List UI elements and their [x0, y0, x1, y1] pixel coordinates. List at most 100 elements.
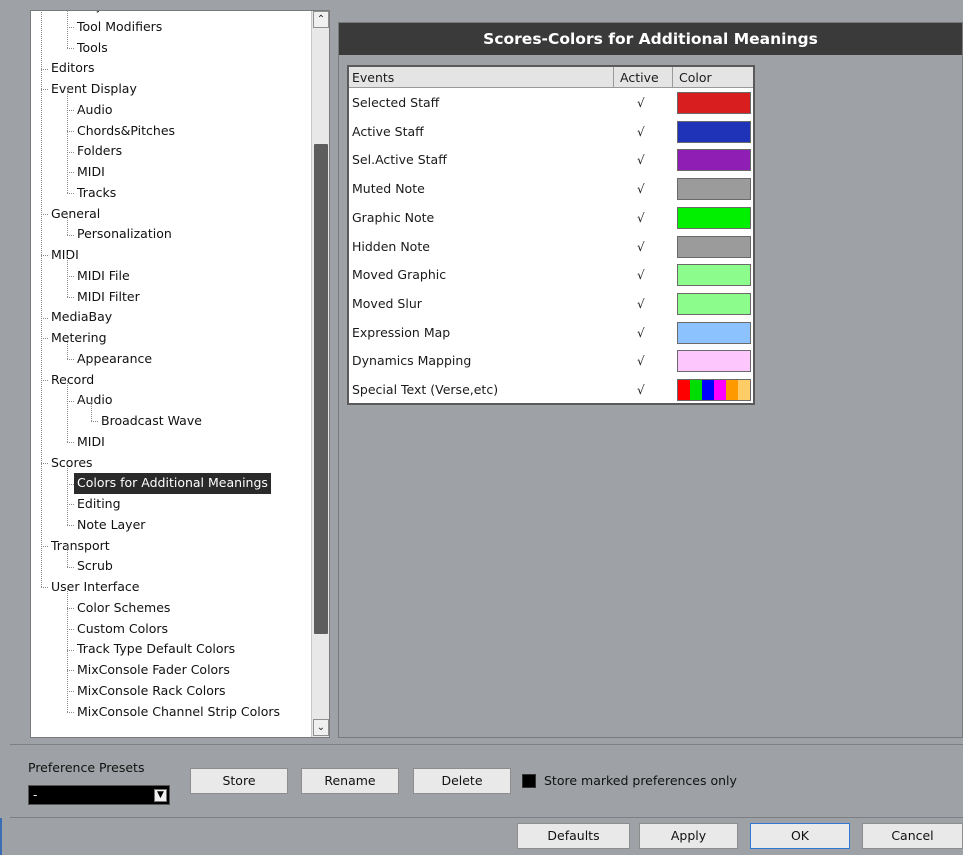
delete-button[interactable]: Delete	[413, 768, 511, 794]
tree-item[interactable]: Audio	[31, 390, 311, 411]
defaults-button[interactable]: Defaults	[517, 823, 630, 849]
table-row[interactable]: Special Text (Verse,etc) √	[349, 376, 753, 405]
preferences-tree: Project & MixConsoleTool ModifiersToolsE…	[31, 11, 311, 722]
tree-item[interactable]: Metering	[31, 328, 311, 349]
table-row[interactable]: Graphic Note √	[349, 204, 753, 233]
color-swatch[interactable]	[677, 178, 751, 201]
table-row[interactable]: Dynamics Mapping √	[349, 347, 753, 376]
tree-item[interactable]: Scores	[31, 453, 311, 474]
color-swatch[interactable]	[677, 350, 751, 373]
tree-item[interactable]: Appearance	[31, 349, 311, 370]
tree-item[interactable]: Tools	[31, 38, 311, 59]
tree-connector	[67, 110, 74, 112]
tree-item[interactable]: Broadcast Wave	[31, 411, 311, 432]
color-swatch[interactable]	[677, 321, 751, 344]
active-checkbox[interactable]: √	[637, 146, 645, 175]
color-swatch[interactable]	[677, 264, 751, 287]
active-checkbox[interactable]: √	[637, 204, 645, 233]
apply-button[interactable]: Apply	[639, 823, 738, 849]
tree-connector	[67, 234, 74, 236]
tree-item[interactable]: Audio	[31, 100, 311, 121]
tree-item[interactable]: Custom Colors	[31, 619, 311, 640]
active-checkbox[interactable]: √	[637, 233, 645, 262]
cancel-button[interactable]: Cancel	[862, 823, 963, 849]
column-header-color[interactable]: Color	[673, 67, 753, 88]
table-row[interactable]: Moved Slur √	[349, 290, 753, 319]
tree-item[interactable]: MIDI	[31, 432, 311, 453]
tree-connector	[67, 276, 74, 278]
tree-connector	[41, 338, 48, 340]
tree-item[interactable]: MixConsole Rack Colors	[31, 681, 311, 702]
tree-item[interactable]: Colors for Additional Meanings	[31, 473, 311, 494]
tree-connector	[67, 400, 74, 402]
color-swatch[interactable]	[677, 235, 751, 258]
table-row[interactable]: Active Staff √	[349, 118, 753, 147]
color-swatch[interactable]	[677, 206, 751, 229]
color-swatch[interactable]	[677, 92, 751, 114]
tree-item[interactable]: Record	[31, 370, 311, 391]
color-swatch[interactable]	[677, 149, 751, 172]
store-marked-checkbox[interactable]	[522, 774, 536, 788]
store-button[interactable]: Store	[190, 768, 288, 794]
preference-presets-select[interactable]: - ▼	[28, 785, 170, 805]
tree-item-label: MIDI	[77, 164, 105, 179]
tree-item[interactable]: Color Schemes	[31, 598, 311, 619]
tree-item[interactable]: Track Type Default Colors	[31, 639, 311, 660]
event-name: Selected Staff	[352, 95, 440, 110]
tree-item[interactable]: MixConsole Fader Colors	[31, 660, 311, 681]
tree-item[interactable]: Tracks	[31, 183, 311, 204]
tree-item-label: Editors	[51, 60, 95, 76]
table-row[interactable]: Sel.Active Staff √	[349, 146, 753, 175]
ok-button[interactable]: OK	[750, 823, 850, 849]
color-swatch[interactable]	[677, 120, 751, 143]
table-row[interactable]: Hidden Note √	[349, 233, 753, 262]
tree-item[interactable]: Event Display	[31, 79, 311, 100]
color-swatch[interactable]	[677, 379, 751, 401]
active-checkbox[interactable]: √	[637, 89, 645, 118]
tree-item[interactable]: MIDI File	[31, 266, 311, 287]
table-row[interactable]: Moved Graphic √	[349, 261, 753, 290]
tree-item[interactable]: General	[31, 204, 311, 225]
tree-item-label: MixConsole Rack Colors	[77, 682, 226, 698]
table-row[interactable]: Selected Staff √	[349, 89, 753, 118]
tree-item[interactable]: MixConsole Channel Strip Colors	[31, 702, 311, 723]
tree-connector	[41, 68, 48, 70]
table-row[interactable]: Muted Note √	[349, 175, 753, 204]
active-checkbox[interactable]: √	[637, 175, 645, 204]
column-header-events[interactable]: Events	[349, 67, 613, 88]
tree-item[interactable]: MIDI	[31, 162, 311, 183]
tree-item[interactable]: MIDI Filter	[31, 287, 311, 308]
event-name: Special Text (Verse,etc)	[352, 382, 499, 397]
rename-button[interactable]: Rename	[301, 768, 399, 794]
chevron-down-icon[interactable]: ▼	[154, 789, 167, 802]
tree-item[interactable]: MediaBay	[31, 307, 311, 328]
active-checkbox[interactable]: √	[637, 376, 645, 405]
tree-item[interactable]: Note Layer	[31, 515, 311, 536]
active-checkbox[interactable]: √	[637, 319, 645, 348]
tree-item[interactable]: Transport	[31, 536, 311, 557]
tree-item-label: MixConsole Channel Strip Colors	[77, 703, 281, 719]
scroll-down-button[interactable]: ⌄	[313, 719, 329, 736]
tree-item[interactable]: Tool Modifiers	[31, 17, 311, 38]
column-header-active[interactable]: Active	[614, 67, 672, 88]
active-checkbox[interactable]: √	[637, 347, 645, 376]
scroll-up-button[interactable]: ⌃	[313, 11, 329, 28]
tree-connector	[67, 566, 74, 568]
active-checkbox[interactable]: √	[637, 118, 645, 147]
active-checkbox[interactable]: √	[637, 290, 645, 319]
color-swatch[interactable]	[677, 292, 751, 315]
tree-item[interactable]: Scrub	[31, 556, 311, 577]
tree-item[interactable]: Editors	[31, 58, 311, 79]
scroll-thumb[interactable]	[314, 144, 328, 634]
tree-item[interactable]: Folders	[31, 141, 311, 162]
separator	[10, 817, 963, 818]
table-row[interactable]: Expression Map √	[349, 319, 753, 348]
tree-item[interactable]: MIDI	[31, 245, 311, 266]
tree-item[interactable]: Personalization	[31, 224, 311, 245]
tree-item[interactable]: User Interface	[31, 577, 311, 598]
tree-item-label: MIDI	[77, 433, 105, 449]
tree-scrollbar[interactable]: ⌃ ⌄	[311, 11, 329, 737]
active-checkbox[interactable]: √	[637, 261, 645, 290]
tree-item[interactable]: Chords&Pitches	[31, 121, 311, 142]
tree-item[interactable]: Editing	[31, 494, 311, 515]
